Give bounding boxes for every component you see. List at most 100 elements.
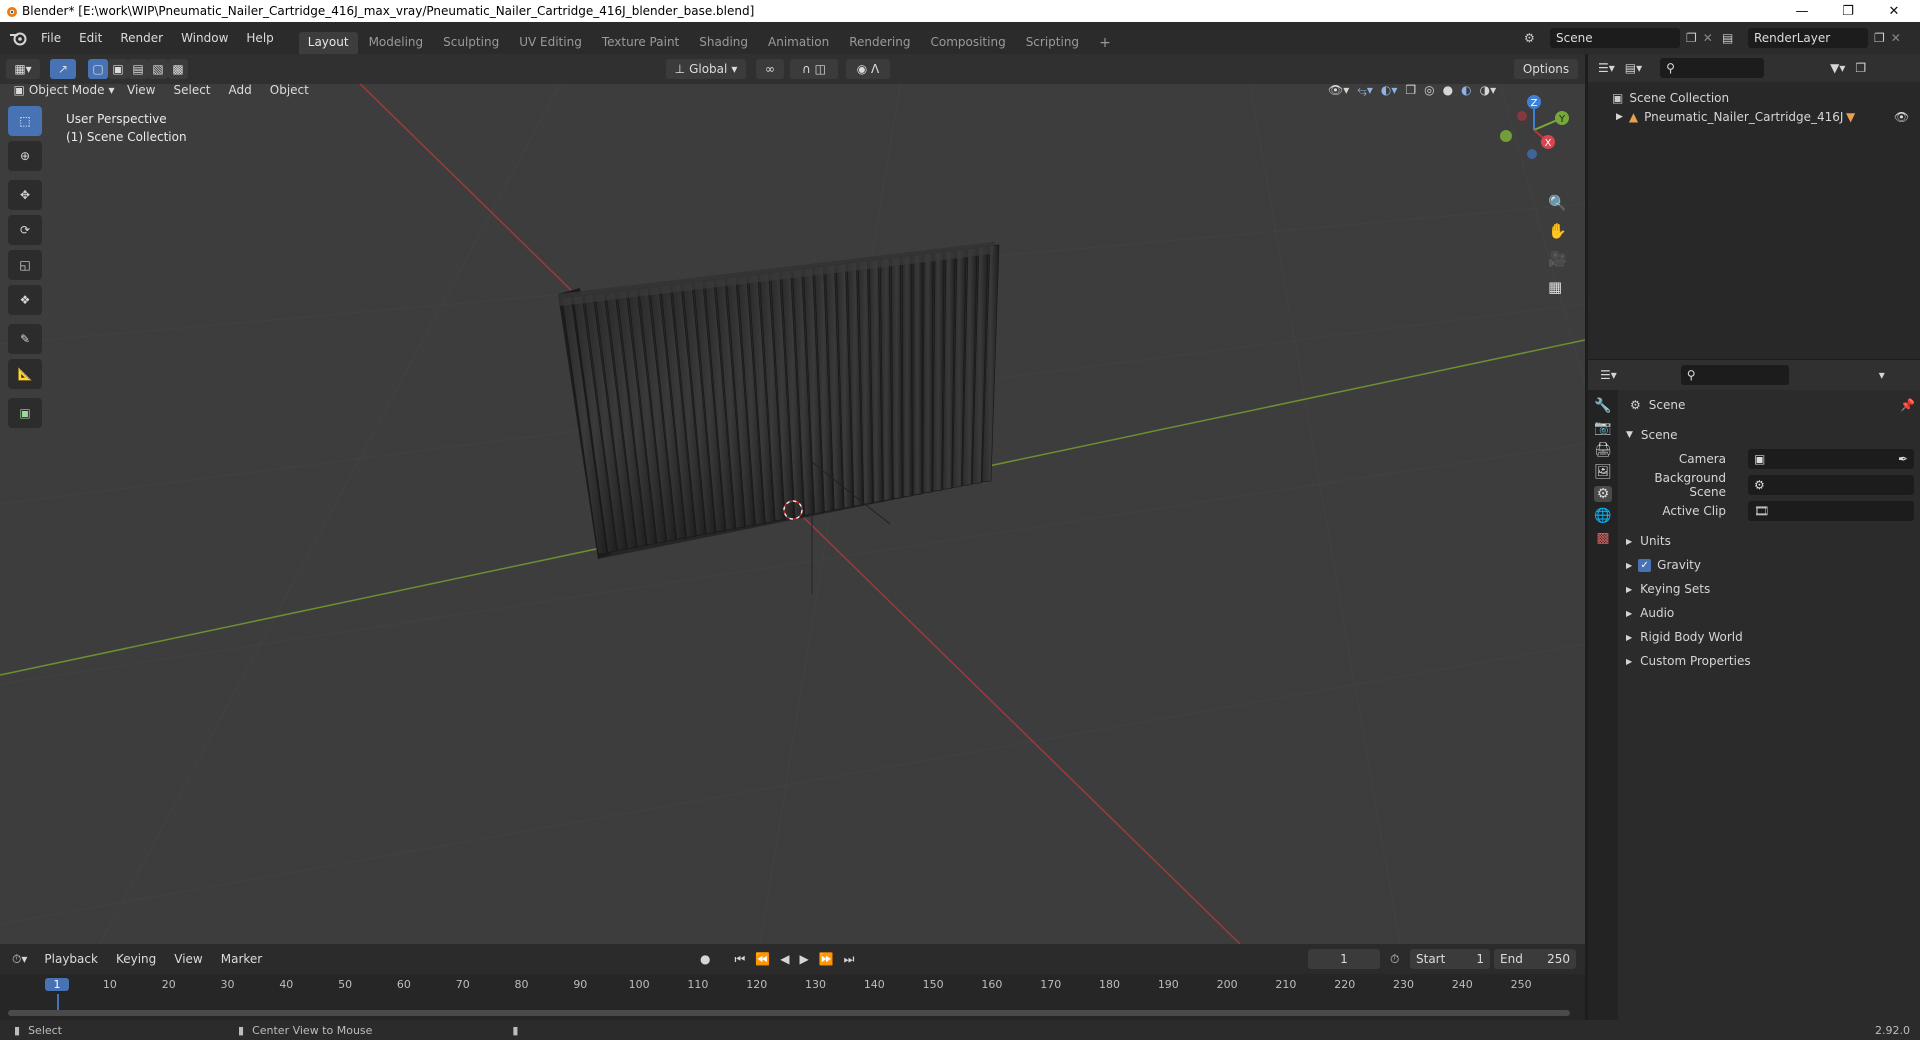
start-frame-field[interactable]: Start 1	[1410, 949, 1490, 969]
texture-tab-icon[interactable]: ▩	[1596, 530, 1609, 546]
cursor-tool[interactable]: ⊕	[8, 141, 42, 171]
tab-uv-editing[interactable]: UV Editing	[510, 32, 591, 54]
tab-modeling[interactable]: Modeling	[360, 32, 433, 54]
current-frame-field[interactable]: 1	[1308, 949, 1380, 969]
tool-tab-icon[interactable]: 🔧	[1594, 398, 1611, 414]
material-shading-icon[interactable]: ◐	[1461, 84, 1471, 97]
output-tab-icon[interactable]: 🖨	[1594, 442, 1612, 458]
jump-end-icon[interactable]: ⏭	[844, 952, 855, 967]
section-gravity[interactable]: ▶ ✓ Gravity	[1626, 554, 1918, 576]
timeline-editor-icon[interactable]: ⏱▾	[12, 952, 27, 967]
gravity-checkbox[interactable]: ✓	[1638, 558, 1652, 572]
select-new-button[interactable]: ▢	[88, 59, 108, 79]
timeline-menu-keying[interactable]: Keying	[107, 952, 165, 966]
tab-layout[interactable]: Layout	[298, 32, 358, 54]
chevron-down-icon[interactable]: ▾	[1879, 368, 1885, 382]
overlays-icon[interactable]: ◐▾	[1381, 84, 1398, 97]
select-mode-button[interactable]: ↗	[50, 59, 76, 79]
tab-animation[interactable]: Animation	[759, 32, 838, 54]
measure-tool[interactable]: 📐	[8, 359, 42, 389]
tab-scripting[interactable]: Scripting	[1017, 32, 1088, 54]
filter-icon[interactable]: ▼▾	[1830, 61, 1845, 75]
add-cube-tool[interactable]: ▣	[8, 398, 42, 428]
tab-rendering[interactable]: Rendering	[840, 32, 919, 54]
snap-button[interactable]: ∩ ◫	[790, 59, 838, 79]
viewport-menu-object[interactable]: Object	[261, 84, 318, 97]
visibility-icon[interactable]: 👁▾	[1328, 84, 1349, 97]
timeline-menu-marker[interactable]: Marker	[212, 952, 271, 966]
neg-x-axis-handle[interactable]	[1517, 111, 1527, 121]
viewport-menu-add[interactable]: Add	[220, 84, 261, 97]
new-collection-icon[interactable]: ❐	[1855, 61, 1866, 75]
timeline-menu-playback[interactable]: Playback	[35, 952, 107, 966]
delete-renderlayer-icon[interactable]: ✕	[1891, 31, 1901, 45]
viewport-menu-view[interactable]: View	[118, 84, 164, 97]
world-tab-icon[interactable]: 🌐	[1594, 508, 1611, 524]
maximize-button[interactable]: ❐	[1826, 0, 1870, 22]
scale-tool[interactable]: ◱	[8, 250, 42, 280]
view-layer-tab-icon[interactable]: 🖼	[1594, 464, 1612, 480]
play-reverse-icon[interactable]: ◀	[780, 952, 789, 966]
tab-texture-paint[interactable]: Texture Paint	[593, 32, 688, 54]
end-frame-field[interactable]: End 250	[1494, 949, 1576, 969]
options-dropdown[interactable]: Options	[1514, 59, 1578, 79]
select-box-tool[interactable]: ⬚	[8, 106, 42, 136]
rotate-tool[interactable]: ⟳	[8, 215, 42, 245]
select-extend-button[interactable]: ▣	[108, 59, 128, 79]
scene-name-field[interactable]: Scene	[1550, 28, 1680, 48]
neg-z-axis-handle[interactable]	[1527, 149, 1537, 159]
menu-help[interactable]: Help	[237, 31, 282, 45]
viewport-menu-select[interactable]: Select	[164, 84, 219, 97]
eye-visibility-icon[interactable]: 👁	[1894, 110, 1909, 124]
move-tool[interactable]: ✥	[8, 180, 42, 210]
background-scene-field[interactable]: ⚙	[1748, 475, 1914, 495]
properties-search-input[interactable]: ⚲	[1680, 365, 1789, 385]
wireframe-shading-icon[interactable]: ◎	[1424, 84, 1434, 97]
outliner-search-input[interactable]: ⚲	[1660, 58, 1765, 78]
nailer-cartridge-mesh[interactable]	[558, 242, 1000, 559]
display-mode-icon[interactable]: ▤▾	[1625, 61, 1642, 75]
solid-shading-icon[interactable]: ●	[1443, 84, 1453, 97]
timeline-ruler[interactable]: 1 10 20 30 40 50 60 70 80 90 100 110 120 130 140 150 160…	[0, 974, 1585, 1020]
eyedropper-icon[interactable]: ✒	[1898, 452, 1908, 466]
menu-edit[interactable]: Edit	[70, 31, 111, 45]
camera-field[interactable]: ▣ ✒	[1748, 449, 1914, 469]
pin-icon[interactable]: 📌	[1900, 398, 1915, 412]
transform-orientation-dropdown[interactable]: ⊥ Global ▾	[666, 59, 746, 79]
render-tab-icon[interactable]: 📷	[1594, 420, 1611, 436]
annotate-tool[interactable]: ✎	[8, 324, 42, 354]
new-scene-icon[interactable]: ❐	[1686, 31, 1697, 45]
scene-icon[interactable]: ⚙	[1524, 31, 1550, 45]
proportional-edit-button[interactable]: ◉ Λ	[846, 59, 890, 79]
add-workspace-button[interactable]: +	[1090, 32, 1120, 54]
transform-tool[interactable]: ❖	[8, 285, 42, 315]
select-invert-button[interactable]: ▧	[148, 59, 168, 79]
outliner-item[interactable]: ▶ ▲ Pneumatic_Nailer_Cartridge_416J ▼ 👁	[1588, 106, 1920, 128]
editor-type-button[interactable]: ▦▾	[6, 59, 40, 79]
grid-view-icon[interactable]: ▦	[1548, 278, 1567, 296]
blender-menu-icon[interactable]	[6, 28, 32, 48]
3d-viewport[interactable]: User Perspective (1) Scene Collection ▣ O…	[0, 84, 1585, 944]
section-keying-sets[interactable]: ▶ Keying Sets	[1626, 578, 1918, 600]
section-audio[interactable]: ▶ Audio	[1626, 602, 1918, 624]
pivot-point-button[interactable]: ∞	[756, 59, 784, 79]
timeline-scrollbar[interactable]	[8, 1010, 1570, 1016]
section-custom-properties[interactable]: ▶ Custom Properties	[1626, 650, 1918, 672]
close-button[interactable]: ✕	[1872, 0, 1916, 22]
tab-shading[interactable]: Shading	[690, 32, 757, 54]
record-icon[interactable]: ●	[700, 952, 710, 966]
menu-render[interactable]: Render	[111, 31, 172, 45]
zoom-icon[interactable]: 🔍	[1548, 194, 1567, 212]
timeline-menu-view[interactable]: View	[165, 952, 211, 966]
outliner-root-row[interactable]: ▣ Scene Collection	[1588, 82, 1920, 106]
preview-range-icon[interactable]: ⏱	[1390, 952, 1399, 967]
expand-arrow-icon[interactable]: ▶	[1616, 112, 1623, 122]
navigation-gizmo[interactable]: Z Y X	[1490, 92, 1580, 172]
renderlayer-name-field[interactable]: RenderLayer	[1748, 28, 1868, 48]
select-intersect-button[interactable]: ▩	[168, 59, 188, 79]
mode-dropdown[interactable]: ▣ Object Mode ▾	[10, 84, 118, 100]
section-units[interactable]: ▶ Units	[1626, 530, 1918, 552]
neg-y-axis-handle[interactable]	[1500, 130, 1512, 142]
active-clip-field[interactable]: 🎞	[1748, 501, 1914, 521]
select-subtract-button[interactable]: ▤	[128, 59, 148, 79]
